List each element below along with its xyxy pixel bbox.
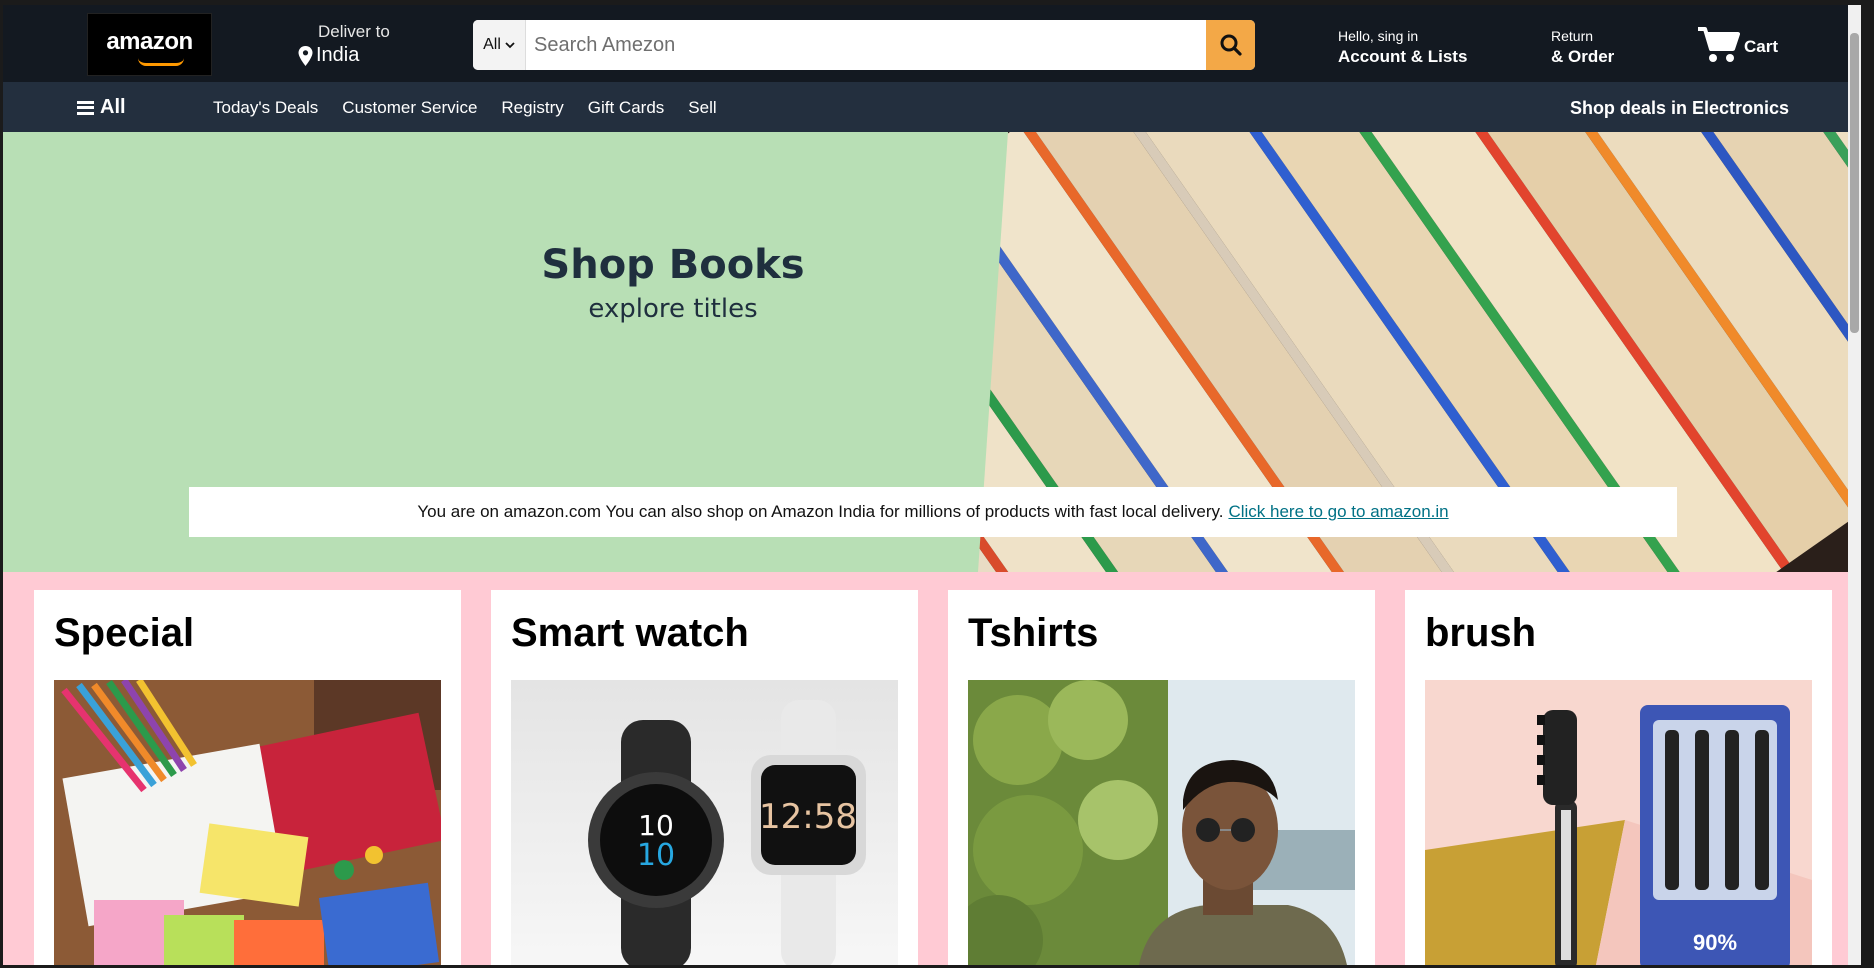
sub-navbar: All Today's Deals Customer Service Regis… bbox=[3, 82, 1861, 132]
category-card-smart-watch[interactable]: Smart watch 12:58 10 10 bbox=[491, 590, 918, 965]
cart-icon bbox=[1698, 27, 1740, 62]
subnav-link-sell[interactable]: Sell bbox=[688, 98, 716, 118]
all-menu-label: All bbox=[100, 96, 126, 118]
region-notice: You are on amazon.com You can also shop … bbox=[189, 487, 1677, 537]
search-category-select[interactable]: All bbox=[473, 20, 526, 70]
search-input[interactable] bbox=[526, 20, 1206, 70]
svg-text:10: 10 bbox=[637, 838, 675, 873]
amazon-logo[interactable]: amazon bbox=[87, 13, 212, 76]
browser-page: amazon Deliver to India All Search Amezo… bbox=[3, 5, 1861, 965]
account-lists[interactable]: Hello, sing in Account & Lists bbox=[1338, 28, 1467, 67]
cart-button[interactable]: Cart bbox=[1696, 25, 1778, 65]
vertical-scrollbar[interactable] bbox=[1848, 5, 1861, 965]
shop-deals-electronics-link[interactable]: Shop deals in Electronics bbox=[1570, 98, 1789, 119]
orders-label: & Order bbox=[1551, 47, 1615, 66]
notice-text: You are on amazon.com You can also shop … bbox=[417, 502, 1224, 521]
subnav-link-customer-service[interactable]: Customer Service bbox=[342, 98, 477, 118]
subnav-links: Today's Deals Customer Service Registry … bbox=[213, 98, 717, 118]
hero-heading: Shop Books explore titles bbox=[473, 242, 873, 324]
hero-subtitle: explore titles bbox=[588, 294, 758, 324]
search-button[interactable] bbox=[1206, 20, 1255, 70]
card-title: brush bbox=[1425, 611, 1537, 655]
svg-text:12:58: 12:58 bbox=[759, 797, 857, 837]
subnav-link-todays-deals[interactable]: Today's Deals bbox=[213, 98, 318, 118]
account-greeting: Hello, sing in bbox=[1338, 28, 1419, 44]
subnav-link-registry[interactable]: Registry bbox=[501, 98, 563, 118]
account-label: Account & Lists bbox=[1338, 47, 1468, 66]
cart-label: Cart bbox=[1744, 37, 1779, 56]
hero-title: Shop Books bbox=[541, 242, 805, 288]
card-title: Special bbox=[54, 611, 195, 655]
search-category-label: All bbox=[483, 36, 501, 53]
search-icon bbox=[1220, 34, 1242, 56]
card-title: Smart watch bbox=[511, 611, 749, 655]
scrollbar-thumb[interactable] bbox=[1850, 33, 1859, 333]
location-pin-icon bbox=[298, 45, 313, 66]
search-bar: All bbox=[473, 20, 1255, 70]
logo-smile-icon bbox=[138, 58, 184, 66]
category-card-brush[interactable]: brush 90% bbox=[1405, 590, 1832, 965]
deliver-to[interactable]: Deliver to India bbox=[298, 22, 390, 67]
svg-text:90%: 90% bbox=[1693, 930, 1737, 955]
top-navbar: amazon Deliver to India All Search Amezo… bbox=[3, 5, 1861, 82]
smartwatch-image[interactable]: 12:58 10 10 bbox=[511, 680, 898, 965]
deliver-location: India bbox=[316, 44, 360, 66]
deliver-label: Deliver to bbox=[318, 22, 390, 41]
chevron-down-icon bbox=[505, 41, 515, 48]
all-menu-button[interactable]: All bbox=[77, 96, 126, 119]
category-cards-section: Special Smart watch 12:58 10 10 Tshirts … bbox=[3, 572, 1861, 965]
toothbrush-image[interactable]: 90% bbox=[1425, 680, 1812, 965]
hamburger-menu-icon bbox=[77, 100, 94, 115]
stationery-image[interactable] bbox=[54, 680, 441, 965]
category-card-tshirts[interactable]: Tshirts bbox=[948, 590, 1375, 965]
card-title: Tshirts bbox=[968, 611, 1099, 655]
subnav-link-gift-cards[interactable]: Gift Cards bbox=[588, 98, 665, 118]
returns-orders[interactable]: Return & Order bbox=[1551, 28, 1614, 67]
tshirt-model-image[interactable] bbox=[968, 680, 1355, 965]
logo-text: amazon bbox=[106, 27, 193, 55]
amazon-in-link[interactable]: Click here to go to amazon.in bbox=[1228, 502, 1448, 522]
returns-label: Return bbox=[1551, 28, 1594, 44]
category-card-special[interactable]: Special bbox=[34, 590, 461, 965]
hero-banner: Shop Books explore titles You are on ama… bbox=[3, 132, 1861, 572]
